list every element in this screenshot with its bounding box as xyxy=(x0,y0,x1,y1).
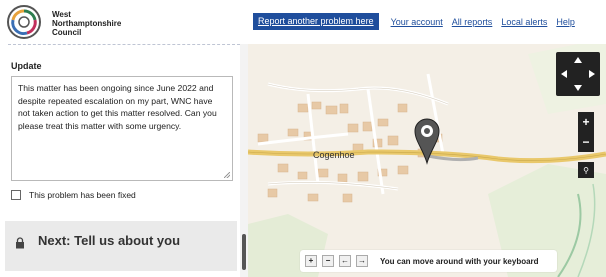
pan-arrows-icon[interactable] xyxy=(556,52,600,96)
zoom-in-button[interactable]: + xyxy=(578,112,594,132)
fixed-checkbox-label[interactable]: This problem has been fixed xyxy=(29,190,136,200)
next-step-heading: Next: Tell us about you xyxy=(38,233,181,248)
kb-right-button[interactable]: → xyxy=(356,255,368,267)
footer-partial xyxy=(5,272,240,277)
kb-left-button[interactable]: ← xyxy=(339,255,351,267)
report-another-problem-link[interactable]: Report another problem here xyxy=(253,13,379,30)
fixed-checkbox[interactable] xyxy=(11,190,21,200)
scrollbar-thumb[interactable] xyxy=(242,234,246,270)
lock-icon xyxy=(16,237,24,249)
map-layers-button[interactable]: ⚲ xyxy=(578,162,594,178)
next-step-card: Next: Tell us about you xyxy=(5,221,237,271)
update-text: This matter has been ongoing since June … xyxy=(18,83,217,131)
council-logo-icon[interactable] xyxy=(5,4,45,40)
zoom-out-button[interactable]: − xyxy=(578,132,594,152)
help-link[interactable]: Help xyxy=(556,17,575,27)
council-name-line1: West xyxy=(52,10,71,19)
map-town-label: Cogenhoe xyxy=(313,150,355,160)
keyboard-navigation-bar: + − ← → You can move around with your ke… xyxy=(300,250,557,272)
update-label: Update xyxy=(11,61,42,71)
council-name-line3: Council xyxy=(52,28,82,37)
resize-grip-icon[interactable] xyxy=(224,172,230,178)
map-pin-icon[interactable] xyxy=(412,117,442,167)
update-textarea[interactable]: This matter has been ongoing since June … xyxy=(11,76,233,181)
all-reports-link[interactable]: All reports xyxy=(452,17,493,27)
your-account-link[interactable]: Your account xyxy=(391,17,443,27)
top-navigation: Report another problem here Your account… xyxy=(253,13,584,30)
bike-icon: ⚲ xyxy=(583,165,589,175)
report-sidebar: Update This matter has been ongoing sinc… xyxy=(0,44,248,277)
map-zoom-control[interactable]: + − xyxy=(578,112,594,152)
sidebar-scrollbar[interactable] xyxy=(240,44,248,277)
local-alerts-link[interactable]: Local alerts xyxy=(501,17,547,27)
section-divider xyxy=(8,44,240,45)
council-name-line2: Northamptonshire xyxy=(52,19,122,28)
fixed-checkbox-row[interactable]: This problem has been fixed xyxy=(11,190,136,200)
map-view[interactable]: Cogenhoe + − ⚲ + − ← → You can move arou… xyxy=(248,44,606,277)
map-pan-control[interactable] xyxy=(556,52,600,96)
keyboard-hint-text: You can move around with your keyboard xyxy=(380,256,539,266)
kb-zoom-out-button[interactable]: − xyxy=(322,255,334,267)
site-header: West Northamptonshire Council Report ano… xyxy=(0,0,606,44)
council-name: West Northamptonshire Council xyxy=(52,10,121,37)
kb-zoom-in-button[interactable]: + xyxy=(305,255,317,267)
